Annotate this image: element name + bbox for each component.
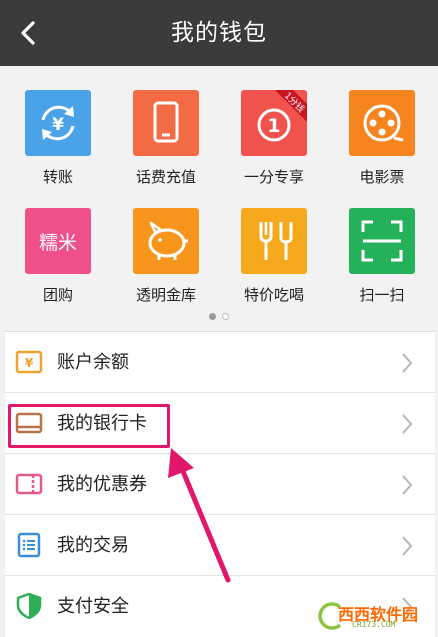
grid-item-label: 转账 bbox=[42, 168, 73, 186]
grid-item-label: 一分专享 bbox=[243, 168, 304, 186]
chevron-right-icon bbox=[402, 536, 413, 556]
grid-item-label: 扫一扫 bbox=[359, 286, 405, 304]
watermark-subtext: CR173.COM bbox=[352, 620, 396, 629]
svg-text:1: 1 bbox=[267, 115, 280, 137]
grid-item-label: 透明金库 bbox=[135, 286, 196, 304]
app-header: 我的钱包 bbox=[0, 0, 438, 66]
service-grid: ¥ 转账 话费充值 1 1分钱 一分专享 电影票 糯米 团购 透明金库 特价吃喝… bbox=[0, 66, 438, 326]
row-label: 我的交易 bbox=[57, 535, 129, 556]
grid-item-transfer[interactable]: ¥ 转账 bbox=[8, 90, 108, 187]
piggy-bank-icon bbox=[133, 208, 199, 274]
page-dot-active[interactable] bbox=[209, 313, 216, 320]
grid-item-label: 电影票 bbox=[359, 168, 405, 186]
nuomi-icon: 糯米 bbox=[25, 208, 91, 274]
page-dot-inactive[interactable] bbox=[222, 313, 229, 320]
chevron-right-icon bbox=[402, 353, 413, 373]
coupon-icon bbox=[15, 473, 43, 495]
row-label: 我的优惠券 bbox=[57, 474, 147, 495]
annotation-arrow bbox=[168, 448, 231, 583]
grid-item-one-cent[interactable]: 1 1分钱 一分专享 bbox=[224, 90, 324, 187]
grid-item-group-buy[interactable]: 糯米 团购 bbox=[8, 208, 108, 305]
svg-text:¥: ¥ bbox=[25, 356, 34, 370]
yuan-card-icon: ¥ bbox=[15, 350, 43, 374]
watermark: 西西软件园 CR173.COM bbox=[314, 598, 434, 634]
phone-icon bbox=[133, 90, 199, 156]
cutlery-icon bbox=[241, 208, 307, 274]
row-account-balance[interactable]: ¥ 账户余额 bbox=[5, 332, 435, 393]
nuomi-tile-text: 糯米 bbox=[39, 232, 77, 254]
transfer-icon: ¥ bbox=[25, 90, 91, 156]
page-indicator bbox=[209, 313, 233, 321]
grid-item-label: 特价吃喝 bbox=[243, 286, 304, 304]
grid-item-label: 话费充值 bbox=[135, 168, 196, 186]
grid-item-phone-recharge[interactable]: 话费充值 bbox=[116, 90, 216, 187]
row-label: 支付安全 bbox=[57, 596, 129, 617]
row-label: 账户余额 bbox=[57, 352, 129, 373]
film-reel-icon bbox=[349, 90, 415, 156]
chevron-right-icon bbox=[402, 475, 413, 495]
grid-item-food-deals[interactable]: 特价吃喝 bbox=[224, 208, 324, 305]
grid-item-vault[interactable]: 透明金库 bbox=[116, 208, 216, 305]
grid-item-scan[interactable]: 扫一扫 bbox=[332, 208, 432, 305]
grid-item-label: 团购 bbox=[42, 286, 73, 304]
grid-item-movie-ticket[interactable]: 电影票 bbox=[332, 90, 432, 187]
one-cent-icon: 1 1分钱 bbox=[241, 90, 307, 156]
shield-icon bbox=[16, 593, 42, 619]
chevron-right-icon bbox=[402, 414, 413, 434]
transaction-list-icon bbox=[17, 532, 41, 558]
svg-text:¥: ¥ bbox=[52, 115, 64, 135]
annotation-highlight-box bbox=[8, 404, 170, 448]
scan-icon bbox=[349, 208, 415, 274]
page-title: 我的钱包 bbox=[171, 20, 267, 46]
